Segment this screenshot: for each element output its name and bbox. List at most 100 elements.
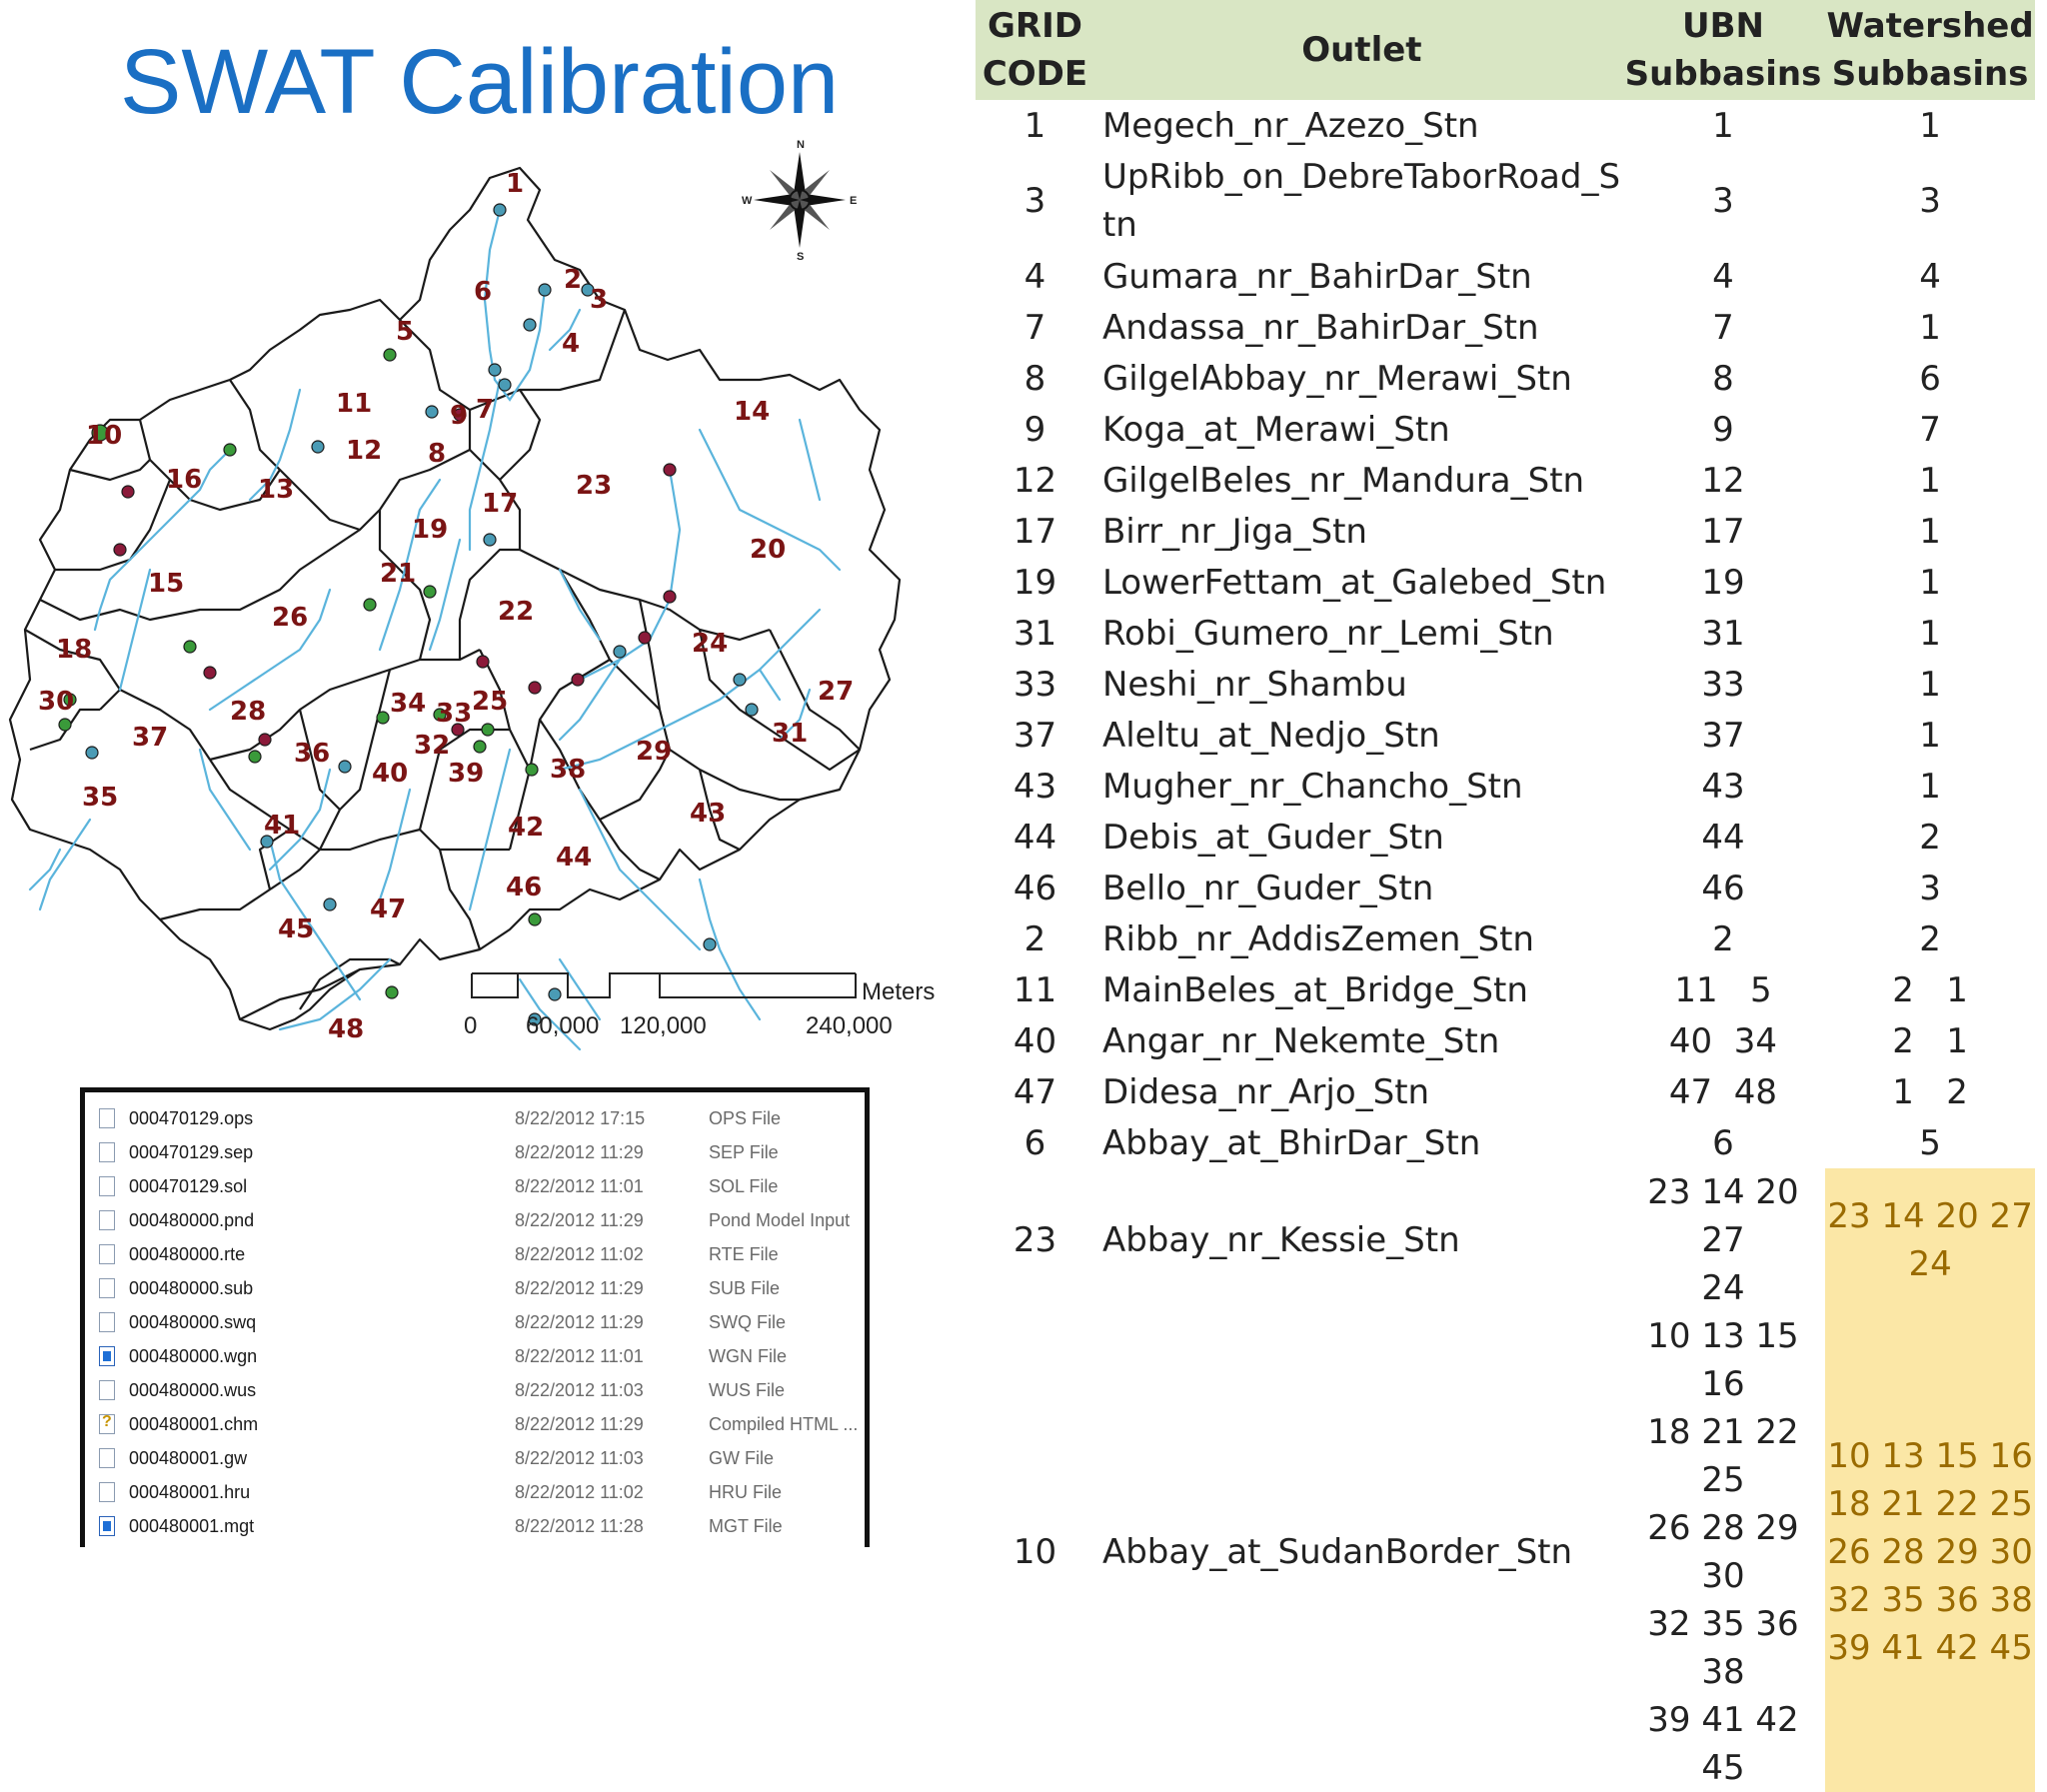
wgn-file-icon bbox=[99, 1516, 115, 1536]
file-icon bbox=[99, 1312, 115, 1332]
file-icon bbox=[99, 1244, 115, 1264]
svg-text:38: 38 bbox=[550, 755, 586, 785]
svg-text:0: 0 bbox=[464, 1012, 477, 1039]
file-row[interactable]: 000470129.sep 8/22/2012 11:29 SEP File bbox=[85, 1136, 865, 1170]
svg-text:11: 11 bbox=[336, 389, 372, 419]
svg-text:26: 26 bbox=[272, 603, 308, 633]
table-row: 19 LowerFettam_at_Galebed_Stn 19 1 bbox=[1013, 562, 1941, 603]
table-row: 11 MainBeles_at_Bridge_Stn 11 52 1 bbox=[1013, 969, 1968, 1010]
kessie-watershed-cell: 23 14 20 27 24 bbox=[1825, 1168, 2035, 1312]
subbasin-labels: 1 2 3 4 5 6 7 8 9 10 11 12 13 14 15 16 1… bbox=[38, 169, 854, 1044]
svg-text:N: N bbox=[797, 140, 805, 151]
scale-bar: Meters 0 60,000 120,000 240,000 bbox=[464, 972, 935, 1039]
table-row: 44 Debis_at_Guder_Stn 44 2 bbox=[1013, 817, 1941, 858]
file-icon bbox=[99, 1482, 115, 1502]
svg-text:2: 2 bbox=[564, 265, 582, 295]
table-row: 7 Andassa_nr_BahirDar_Stn 7 1 bbox=[1024, 307, 1941, 348]
svg-text:15: 15 bbox=[148, 569, 184, 599]
svg-text:45: 45 bbox=[278, 914, 314, 944]
svg-text:240,000: 240,000 bbox=[806, 1012, 893, 1039]
header-watershed-subbasins: Watershed Subbasins bbox=[1825, 0, 2035, 100]
file-row[interactable]: 000480000.swq 8/22/2012 11:29 SWQ File bbox=[85, 1306, 865, 1340]
svg-text:27: 27 bbox=[818, 677, 854, 707]
table-row: 23 Abbay_nr_Kessie_Stn 23 14 20 27 24 23 … bbox=[976, 1168, 2035, 1312]
svg-text:30: 30 bbox=[38, 687, 74, 717]
svg-text:16: 16 bbox=[166, 465, 202, 495]
sudan-ubn-cell: 10 13 15 16 18 21 22 25 26 28 29 30 32 35 3… bbox=[1647, 1316, 1799, 1788]
svg-text:Meters: Meters bbox=[862, 978, 935, 1005]
file-row[interactable]: 000480001.mgt 8/22/2012 11:28 MGT File bbox=[85, 1510, 865, 1544]
file-row[interactable]: 000470129.ops 8/22/2012 17:15 OPS File bbox=[85, 1102, 865, 1136]
calibration-table: GRID CODE Outlet UBN Subbasins Watershed Su… bbox=[976, 0, 2035, 1792]
svg-text:35: 35 bbox=[82, 783, 118, 813]
svg-text:W: W bbox=[742, 195, 753, 207]
header-grid-code: GRID CODE bbox=[976, 0, 1094, 100]
table-header-row: GRID CODE Outlet UBN Subbasins Watershed Su… bbox=[976, 0, 2035, 100]
svg-text:34: 34 bbox=[390, 689, 426, 719]
slide-title: SWAT Calibration bbox=[120, 31, 840, 133]
svg-text:37: 37 bbox=[132, 723, 168, 753]
table-row: 17 Birr_nr_Jiga_Stn 17 1 bbox=[1013, 511, 1941, 552]
svg-text:22: 22 bbox=[498, 597, 534, 627]
table-row: 6 Abbay_at_BhirDar_Stn 6 5 bbox=[1024, 1122, 1941, 1163]
svg-text:29: 29 bbox=[636, 737, 672, 767]
header-ubn-subbasins: UBN Subbasins bbox=[1620, 0, 1826, 100]
svg-text:41: 41 bbox=[264, 811, 300, 841]
table-row: 3 UpRibb_on_DebreTaborRoad_Stn 3 3 bbox=[1024, 157, 1941, 245]
svg-text:48: 48 bbox=[328, 1014, 364, 1044]
svg-text:40: 40 bbox=[372, 759, 408, 789]
table-row: 8 GilgelAbbay_nr_Merawi_Stn 8 6 bbox=[1024, 358, 1941, 399]
svg-text:12: 12 bbox=[346, 436, 382, 466]
file-row[interactable]: 000480000.wgn 8/22/2012 11:01 WGN File bbox=[85, 1340, 865, 1374]
svg-text:3: 3 bbox=[590, 285, 608, 315]
svg-text:25: 25 bbox=[472, 687, 508, 717]
table-row: 43 Mugher_nr_Chancho_Stn 43 1 bbox=[1013, 766, 1941, 807]
table-row: 40 Angar_nr_Nekemte_Stn 40 34 2 1 bbox=[1013, 1020, 1968, 1061]
table-row: 2 Ribb_nr_AddisZemen_Stn 2 2 bbox=[1024, 918, 1941, 959]
svg-text:20: 20 bbox=[750, 535, 786, 565]
table-row: 12 GilgelBeles_nr_Mandura_Stn 12 1 bbox=[1013, 460, 1941, 501]
svg-text:6: 6 bbox=[474, 277, 492, 307]
table-row: 46 Bello_nr_Guder_Stn 46 3 bbox=[1013, 868, 1941, 908]
file-icon bbox=[99, 1380, 115, 1400]
file-icon bbox=[99, 1142, 115, 1162]
file-row[interactable]: 000470129.sol 8/22/2012 11:01 SOL File bbox=[85, 1170, 865, 1204]
svg-text:24: 24 bbox=[692, 629, 728, 659]
svg-text:33: 33 bbox=[436, 699, 472, 729]
file-icon bbox=[99, 1108, 115, 1128]
table-row: 31 Robi_Gumero_nr_Lemi_Stn 31 1 bbox=[1013, 613, 1941, 654]
file-icon bbox=[99, 1448, 115, 1468]
wgn-file-icon bbox=[99, 1346, 115, 1366]
table-row: 33 Neshi_nr_Shambu 33 1 bbox=[1013, 664, 1941, 705]
file-row[interactable]: 000480000.pnd 8/22/2012 11:29 Pond Model I… bbox=[85, 1204, 865, 1238]
svg-text:32: 32 bbox=[414, 731, 450, 761]
file-explorer-list: 000470129.ops 8/22/2012 17:15 OPS File 000… bbox=[80, 1087, 870, 1547]
file-icon bbox=[99, 1278, 115, 1298]
file-row[interactable]: 000480000.rte 8/22/2012 11:02 RTE File bbox=[85, 1238, 865, 1272]
svg-text:8: 8 bbox=[428, 439, 446, 469]
svg-text:5: 5 bbox=[396, 317, 414, 347]
north-arrow-icon: N S W E bbox=[742, 140, 857, 260]
table-row: 4 Gumara_nr_BahirDar_Stn 4 4 bbox=[1024, 256, 1941, 297]
file-row[interactable]: 000480001.chm8/22/2012 11:29Compiled HTM… bbox=[85, 1408, 865, 1442]
file-icon bbox=[99, 1210, 115, 1230]
svg-text:E: E bbox=[850, 195, 857, 207]
file-row[interactable]: 000480000.sub 8/22/2012 11:29 SUB File bbox=[85, 1272, 865, 1306]
svg-text:13: 13 bbox=[258, 475, 294, 505]
file-row[interactable]: 000480001.gw 8/22/2012 11:03 GW File bbox=[85, 1442, 865, 1476]
svg-text:S: S bbox=[797, 251, 804, 260]
svg-text:14: 14 bbox=[734, 397, 770, 427]
svg-text:18: 18 bbox=[56, 635, 92, 665]
svg-text:39: 39 bbox=[448, 759, 484, 789]
svg-text:31: 31 bbox=[772, 719, 808, 749]
kessie-ubn-cell: 23 14 20 27 24 bbox=[1647, 1172, 1799, 1308]
help-file-icon bbox=[99, 1413, 115, 1434]
table-row: 10 Abbay_at_SudanBorder_Stn 10 13 15 16 1… bbox=[976, 1312, 2035, 1792]
watershed-map: 1 2 3 4 5 6 7 8 9 10 11 12 13 14 15 16 1… bbox=[8, 166, 902, 1051]
calibration-table-container: GRID CODE Outlet UBN Subbasins Watershed Su… bbox=[976, 0, 2035, 1792]
file-row[interactable]: 000480000.wus 8/22/2012 11:03 WUS File bbox=[85, 1374, 865, 1408]
file-row[interactable]: 000480001.hru 8/22/2012 11:02 HRU File bbox=[85, 1476, 865, 1510]
svg-text:19: 19 bbox=[412, 515, 448, 545]
svg-text:42: 42 bbox=[508, 813, 544, 843]
svg-text:60,000: 60,000 bbox=[526, 1012, 599, 1039]
